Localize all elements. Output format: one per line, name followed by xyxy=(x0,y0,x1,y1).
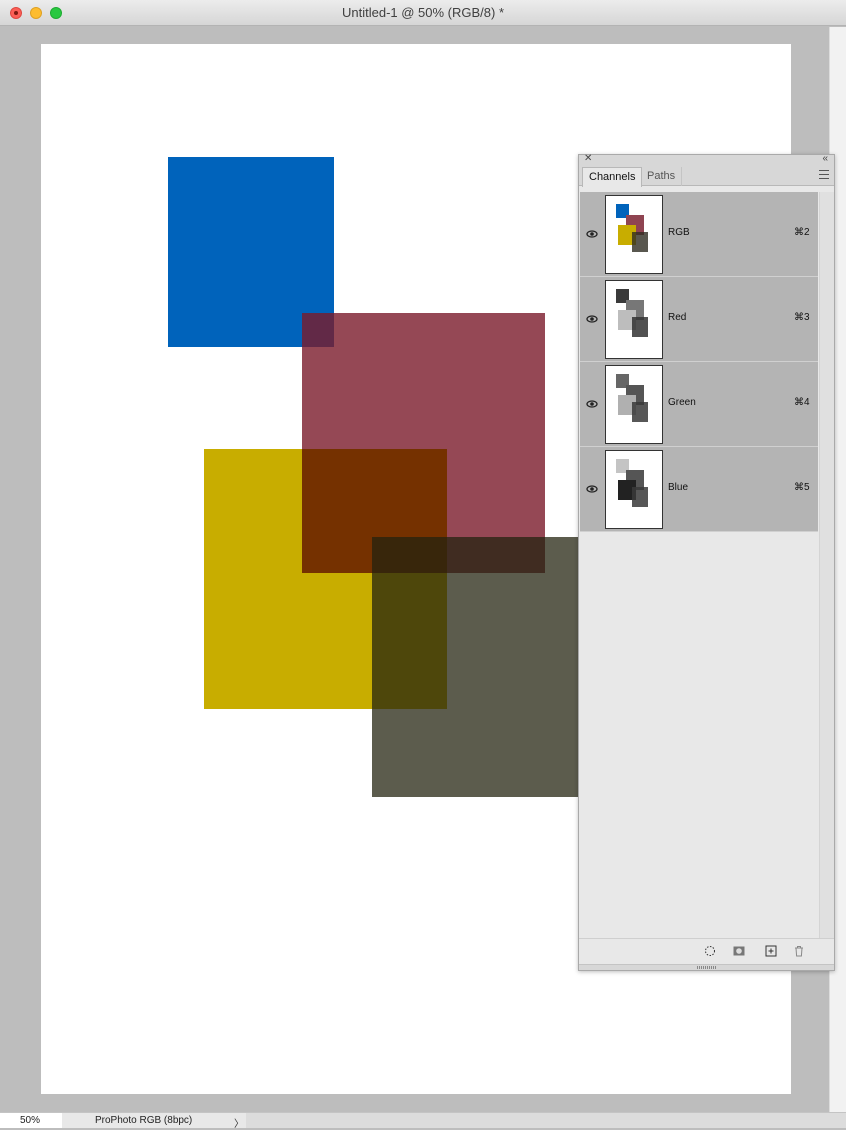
eye-icon[interactable] xyxy=(586,398,598,410)
photoshop-document-window: Untitled-1 @ 50% (RGB/8) * 50% ProPhoto … xyxy=(0,0,846,1130)
channel-row-blue[interactable]: Blue ⌘5 xyxy=(580,447,818,532)
channel-name: Green xyxy=(668,397,696,408)
status-bar: 50% ProPhoto RGB (8bpc) 〉 xyxy=(0,1112,846,1130)
channel-thumbnail-green xyxy=(605,365,663,444)
close-icon[interactable]: ✕ xyxy=(584,153,592,165)
eye-icon[interactable] xyxy=(586,228,598,240)
channel-row-green[interactable]: Green ⌘4 xyxy=(580,362,818,447)
document-info: ProPhoto RGB (8bpc) xyxy=(62,1113,246,1128)
tab-channels[interactable]: Channels xyxy=(582,167,643,187)
new-channel-icon[interactable] xyxy=(765,945,777,957)
channel-name: Red xyxy=(668,312,687,323)
channel-shortcut: ⌘4 xyxy=(794,397,810,408)
channel-shortcut: ⌘5 xyxy=(794,482,810,493)
zoom-level-field[interactable]: 50% xyxy=(0,1113,62,1128)
eye-icon[interactable] xyxy=(586,313,598,325)
channels-panel: ✕ « Channels Paths RGB ⌘2 Red ⌘3 Green ⌘… xyxy=(578,153,835,971)
channel-name: RGB xyxy=(668,227,690,238)
channel-shortcut: ⌘3 xyxy=(794,312,810,323)
channel-name: Blue xyxy=(668,482,689,493)
panel-scrollbar[interactable] xyxy=(819,192,834,938)
load-selection-icon[interactable] xyxy=(704,945,716,957)
panel-footer xyxy=(579,938,834,964)
channel-row-red[interactable]: Red ⌘3 xyxy=(580,277,818,362)
delete-channel-icon[interactable] xyxy=(793,945,805,957)
grip-lines xyxy=(697,966,717,969)
panel-tab-bar: Channels Paths xyxy=(579,165,834,187)
panel-menu-icon[interactable] xyxy=(819,170,829,179)
gray-square xyxy=(372,537,578,797)
window-title: Untitled-1 @ 50% (RGB/8) * xyxy=(341,5,505,20)
channel-shortcut: ⌘2 xyxy=(794,227,810,238)
title-bar: Untitled-1 @ 50% (RGB/8) * xyxy=(0,0,846,26)
collapse-icon[interactable]: « xyxy=(822,153,828,165)
channel-thumbnail-blue xyxy=(605,450,663,529)
channel-list: RGB ⌘2 Red ⌘3 Green ⌘4 Blue ⌘5 xyxy=(580,192,818,532)
channel-row-rgb[interactable]: RGB ⌘2 xyxy=(580,192,818,277)
eye-icon[interactable] xyxy=(586,483,598,495)
panel-header[interactable]: ✕ « xyxy=(579,153,834,165)
save-selection-mask-icon[interactable] xyxy=(733,945,745,957)
channel-thumbnail-rgb xyxy=(605,195,663,274)
panel-resize-grip[interactable] xyxy=(579,964,834,970)
channel-thumbnail-red xyxy=(605,280,663,359)
tab-paths[interactable]: Paths xyxy=(641,167,683,186)
